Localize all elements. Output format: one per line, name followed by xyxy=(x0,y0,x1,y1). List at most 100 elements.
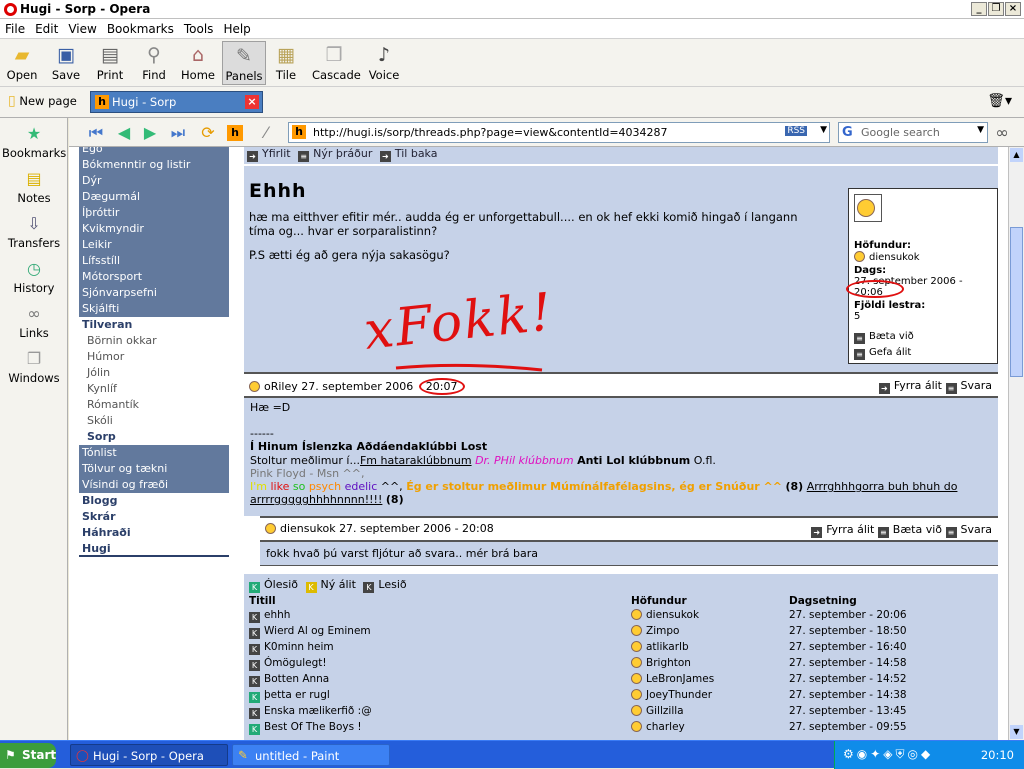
menu-view[interactable]: View xyxy=(63,19,101,39)
tile-button[interactable]: ▦ Tile xyxy=(264,41,308,85)
table-row-author[interactable]: Brighton xyxy=(631,657,691,673)
nav-sub-item[interactable]: Jólin xyxy=(79,365,229,381)
nav-sub-item[interactable]: Rómantík xyxy=(79,397,229,413)
nav-head-hugi[interactable]: Hugi xyxy=(79,541,229,557)
table-row-author[interactable]: Zimpo xyxy=(631,625,679,641)
scroll-up-icon[interactable]: ▲ xyxy=(1010,148,1023,162)
save-button[interactable]: ▣ Save xyxy=(44,41,88,85)
nav-sub-item-current[interactable]: Sorp xyxy=(79,429,229,445)
find-button[interactable]: ⚲ Find xyxy=(132,41,176,85)
close-tab-icon[interactable]: × xyxy=(245,95,259,109)
nav-item[interactable]: Skjálfti xyxy=(79,301,229,317)
nav-item[interactable]: Leikir xyxy=(79,237,229,253)
nav-item-ego[interactable]: Ego xyxy=(79,147,229,157)
panels-button[interactable]: ✎ Panels xyxy=(222,41,266,85)
table-row-author[interactable]: charley xyxy=(631,721,685,737)
back-arrow-icon[interactable]: ◀ xyxy=(113,122,135,144)
nav-item[interactable]: Dægurmál xyxy=(79,189,229,205)
reply-2-answer[interactable]: Svara xyxy=(961,523,993,536)
tray-icons[interactable]: ⚙◉✦◈⛨◎◆ xyxy=(843,747,933,762)
nav-item[interactable]: Bókmenntir og listir xyxy=(79,157,229,173)
menu-file[interactable]: File xyxy=(0,19,30,39)
table-row[interactable]: K K0minn heim xyxy=(249,641,334,657)
nav-item[interactable]: Kvikmyndir xyxy=(79,221,229,237)
nav-item[interactable]: Mótorsport xyxy=(79,269,229,285)
reply-1-answer[interactable]: Svara xyxy=(961,379,993,392)
scroll-thumb[interactable] xyxy=(1010,227,1023,377)
panel-windows[interactable]: ❐ Windows xyxy=(2,349,66,385)
trash-can-icon[interactable]: 🗑▾ xyxy=(987,93,1012,109)
print-button[interactable]: ▤ Print xyxy=(88,41,132,85)
nav-sub-item[interactable]: Kynlíf xyxy=(79,381,229,397)
url-dropdown-icon[interactable]: ▼ xyxy=(820,125,827,135)
crumb-nyr-thradur[interactable]: Nýr þráður xyxy=(313,147,372,160)
tab-hugi-sorp[interactable]: h Hugi - Sorp × xyxy=(90,91,263,113)
glasses-icon[interactable]: ∞ xyxy=(991,122,1013,144)
reply-2-user[interactable]: diensukok xyxy=(280,522,336,535)
nav-item[interactable]: Tölvur og tækni xyxy=(79,461,229,477)
scroll-down-icon[interactable]: ▼ xyxy=(1010,725,1023,739)
nav-item[interactable]: Tónlist xyxy=(79,445,229,461)
table-row[interactable]: K Wierd Al og Eminem xyxy=(249,625,371,641)
nav-item[interactable]: Vísindi og fræði xyxy=(79,477,229,493)
rate-action[interactable]: ≡ Gefa álit xyxy=(854,347,992,360)
table-row[interactable]: Kþetta er rugl xyxy=(249,689,330,705)
table-row[interactable]: K Best Of The Boys ! xyxy=(249,721,362,737)
menu-edit[interactable]: Edit xyxy=(30,19,63,39)
search-input[interactable]: G Google search ▼ xyxy=(838,122,988,143)
start-button[interactable]: ⚑ Start xyxy=(0,743,56,768)
table-row[interactable]: K Ómögulegt! xyxy=(249,657,327,673)
nav-head-hahradi[interactable]: Háhraði xyxy=(79,525,229,541)
open-button[interactable]: ▰ Open xyxy=(0,41,44,85)
reply-1-user[interactable]: oRiley xyxy=(264,380,298,393)
reload-icon[interactable]: ⟳ xyxy=(197,122,219,144)
close-window-button[interactable]: × xyxy=(1005,2,1021,16)
nav-item[interactable]: Dýr xyxy=(79,173,229,189)
nav-head-skrar[interactable]: Skrár xyxy=(79,509,229,525)
new-page-button[interactable]: ▯ New page xyxy=(8,93,77,109)
nav-sub-item[interactable]: Húmor xyxy=(79,349,229,365)
menu-bookmarks[interactable]: Bookmarks xyxy=(102,19,179,39)
task-opera[interactable]: ◯ Hugi - Sorp - Opera xyxy=(70,744,228,766)
nav-head-tilveran[interactable]: Tilveran xyxy=(79,317,229,333)
panel-bookmarks[interactable]: ★ Bookmarks xyxy=(2,124,66,160)
table-row[interactable]: K Botten Anna xyxy=(249,673,329,689)
menu-tools[interactable]: Tools xyxy=(179,19,219,39)
table-row-author[interactable]: JoeyThunder xyxy=(631,689,712,705)
voice-button[interactable]: ♪ Voice xyxy=(362,41,406,85)
panel-history[interactable]: ◷ History xyxy=(2,259,66,295)
table-row-author[interactable]: Gillzilla xyxy=(631,705,684,721)
nav-head-blogg[interactable]: Blogg xyxy=(79,493,229,509)
minimize-button[interactable]: _ xyxy=(971,2,987,16)
nav-item[interactable]: Íþróttir xyxy=(79,205,229,221)
wand-icon[interactable]: ⁄ xyxy=(255,122,277,144)
task-paint[interactable]: ✎ untitled - Paint xyxy=(232,744,390,766)
rss-badge[interactable]: RSS xyxy=(785,126,807,136)
reply-2-prev[interactable]: Fyrra álit xyxy=(826,523,874,536)
nav-sub-item[interactable]: Skóli xyxy=(79,413,229,429)
panel-notes[interactable]: ▤ Notes xyxy=(2,169,66,205)
table-row-author[interactable]: LeBronJames xyxy=(631,673,714,689)
table-row-author[interactable]: diensukok xyxy=(631,609,699,625)
add-action[interactable]: ≡ Bæta við xyxy=(854,331,992,344)
author-link[interactable]: diensukok xyxy=(854,251,992,263)
nav-item[interactable]: Sjónvarpsefni xyxy=(79,285,229,301)
cascade-button[interactable]: ❒ Cascade xyxy=(312,41,361,85)
table-row-author[interactable]: atlikarlb xyxy=(631,641,689,657)
hugi-site-icon[interactable]: h xyxy=(227,125,243,141)
vertical-scrollbar[interactable]: ▲ ▼ xyxy=(1008,147,1024,740)
nav-item[interactable]: Lífsstíll xyxy=(79,253,229,269)
reply-1-prev[interactable]: Fyrra álit xyxy=(894,379,942,392)
home-button[interactable]: ⌂ Home xyxy=(176,41,220,85)
fast-forward-icon[interactable]: ⏭ xyxy=(167,122,189,144)
rewind-icon[interactable]: ⏮ xyxy=(85,122,107,144)
crumb-til-baka[interactable]: Til baka xyxy=(395,147,438,160)
table-row[interactable]: K Enska mælikerfið :@ xyxy=(249,705,372,721)
forward-arrow-icon[interactable]: ▶ xyxy=(139,122,161,144)
menu-help[interactable]: Help xyxy=(218,19,255,39)
table-row[interactable]: Kehhh xyxy=(249,609,290,625)
search-dropdown-icon[interactable]: ▼ xyxy=(977,125,984,135)
panel-links[interactable]: ∞ Links xyxy=(2,304,66,340)
address-input[interactable]: h http://hugi.is/sorp/threads.php?page=vi… xyxy=(288,122,830,143)
restore-button[interactable]: ❐ xyxy=(988,2,1004,16)
